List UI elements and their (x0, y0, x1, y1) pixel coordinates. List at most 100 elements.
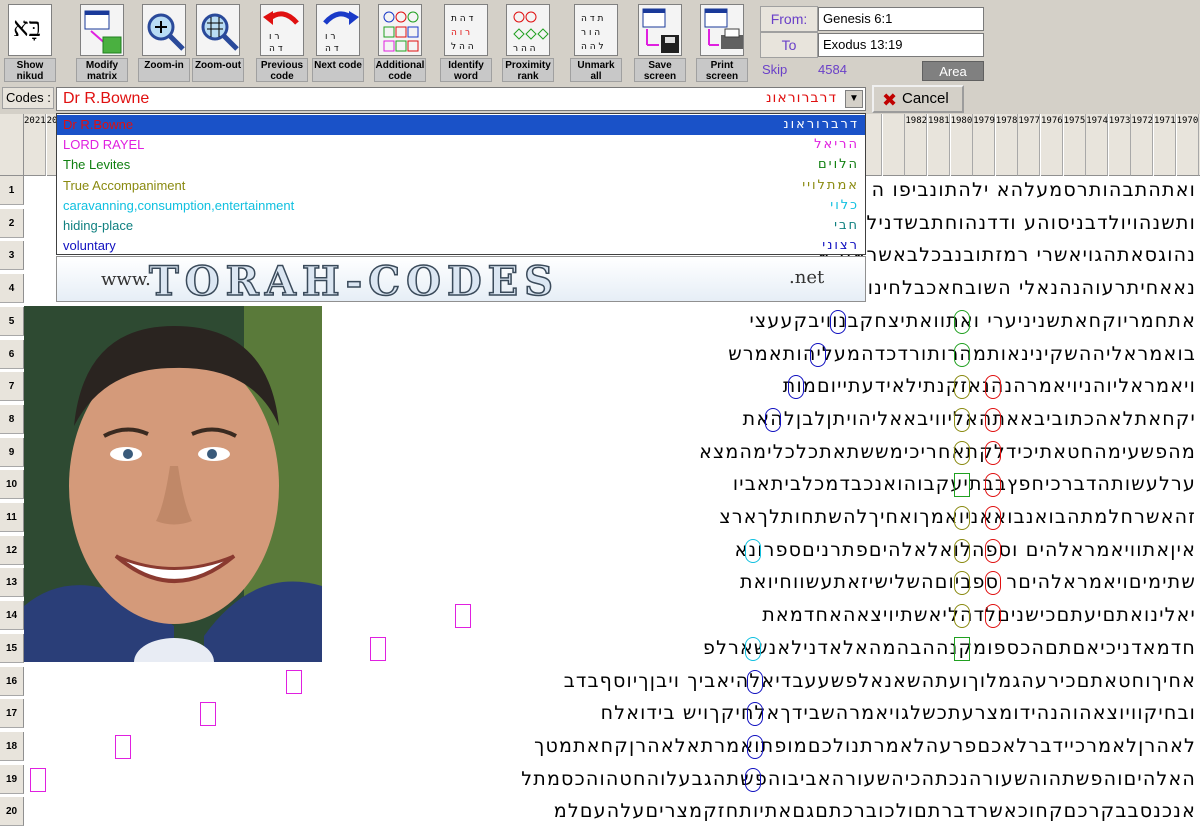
code-name: hiding-place (63, 218, 134, 233)
code-hebrew: דרברוראונ (783, 117, 859, 132)
zoom-out-icon (196, 4, 240, 56)
from-label: From: (760, 6, 818, 32)
row-number: 10 (0, 470, 24, 500)
additional-code-button[interactable]: Additional code (374, 2, 426, 82)
code-list-item[interactable]: LORD RAYEL הריאל (57, 135, 865, 155)
code-letter-marker (747, 669, 763, 694)
code-list-item[interactable]: caravanning,consumption,entertainment כלו… (57, 196, 865, 216)
code-list-item[interactable]: True Accompaniment אמתלויי (57, 176, 865, 196)
code-letter-marker (954, 636, 970, 661)
column-header: 1976 (1041, 114, 1063, 176)
next-code-icon: ר ו ד ה (316, 4, 360, 56)
svg-text:ר ו: ר ו (325, 32, 335, 42)
codes-dropdown[interactable]: Dr R.Bowne דרברוראונ ▼ (56, 87, 866, 111)
svg-text:ד ה: ד ה (269, 44, 283, 54)
code-hebrew: הריאל (814, 137, 859, 153)
code-letter-marker (747, 734, 763, 759)
grid-row: אחיךוחטאתםכירעהגמלוךועתהשאנאלפשעעבדיאלהי… (563, 669, 1196, 692)
proximity-rank-button[interactable]: ה ה ר Proximity rank (502, 2, 554, 82)
row-number: 15 (0, 633, 24, 663)
unmark-all-icon: ת ד ה ה ו ר ל ה ה (574, 4, 618, 56)
identify-word-button[interactable]: ד ה תר ו הה ה ל Identify word (440, 2, 492, 82)
code-letter-marker (30, 767, 46, 792)
code-letter-marker (954, 342, 970, 367)
row-number: 18 (0, 731, 24, 761)
zoom-in-icon (142, 4, 186, 56)
zoom-out-button[interactable]: Zoom-out (192, 2, 244, 82)
modify-matrix-button[interactable]: Modify matrix (76, 2, 128, 82)
code-letter-marker (286, 669, 302, 694)
from-field[interactable]: Genesis 6:1 (818, 7, 984, 31)
print-screen-button[interactable]: Print screen (696, 2, 748, 82)
code-letter-marker (985, 375, 1001, 400)
row-number: 19 (0, 764, 24, 794)
row-number: 9 (0, 437, 24, 467)
code-letter-marker (810, 342, 826, 367)
column-header: 1973 (1108, 114, 1131, 176)
row-number: 11 (0, 503, 24, 532)
code-hebrew: כלוי (830, 197, 859, 213)
row-number: 5 (0, 306, 24, 336)
torah-codes-banner: www. TORAH-CODES .net (56, 256, 866, 306)
column-header: 2021 (24, 114, 46, 176)
codes-list[interactable]: Dr R.Bowne דרברוראונ LORD RAYEL הריאל The Le… (56, 113, 866, 255)
nikud-icon: בָּא (8, 4, 52, 56)
save-screen-button[interactable]: Save screen (634, 2, 686, 82)
column-header: 1975 (1063, 114, 1086, 176)
area-button[interactable]: Area (922, 61, 984, 81)
to-field[interactable]: Exodus 13:19 (818, 33, 984, 57)
code-list-item[interactable]: hiding-place חבי (57, 216, 865, 236)
code-list-item[interactable]: Dr R.Bowne דרברוראונ (57, 115, 865, 135)
code-hebrew: הלוים (818, 157, 859, 173)
unmark-all-button[interactable]: ת ד הה ו רל ה ה Unmark all (570, 2, 622, 82)
column-header: 1979 (973, 114, 996, 176)
code-list-item[interactable]: voluntary רצוני (57, 236, 865, 256)
next-code-button[interactable]: ר וד ה Next code (312, 2, 364, 82)
grid-row: אנכנסבבקרכםקחוכאשרדברתםולכוברכתםגםאתיותח… (553, 800, 1196, 823)
column-header: 1971 (1154, 114, 1176, 176)
code-hebrew: חבי (834, 218, 859, 233)
code-letter-marker (954, 375, 970, 400)
toolbar: בָּא Show nikud Modify matrix Zoom-in Zo… (0, 0, 758, 84)
code-name: True Accompaniment (63, 177, 186, 193)
row-number: 3 (0, 241, 24, 271)
code-letter-marker (115, 734, 131, 759)
zoom-in-button[interactable]: Zoom-in (138, 2, 190, 82)
code-list-item[interactable]: The Levites הלוים (57, 155, 865, 175)
svg-text:ד ה: ד ה (325, 44, 339, 54)
code-letter-marker (745, 538, 761, 563)
code-letter-marker (954, 407, 970, 432)
previous-code-button[interactable]: ר וד ה Previous code (256, 2, 308, 82)
svg-text:ל ה ה: ל ה ה (581, 42, 604, 52)
code-letter-marker (985, 407, 1001, 432)
svg-text:ה ה ר: ה ה ר (513, 44, 536, 54)
code-name: voluntary (63, 238, 116, 254)
code-letter-marker (985, 506, 1001, 530)
code-hebrew: אמתלויי (802, 177, 859, 193)
row-number: 2 (0, 208, 24, 238)
column-header: 1972 (1131, 114, 1154, 176)
svg-text:ר ו ה: ר ו ה (451, 28, 470, 38)
code-letter-marker (747, 702, 763, 727)
row-number: 20 (0, 797, 24, 827)
code-letter-marker (954, 309, 970, 334)
show-nikud-button[interactable]: בָּא Show nikud (4, 2, 56, 82)
column-header: 1981 (928, 114, 950, 176)
code-letter-marker (954, 604, 970, 629)
code-letter-marker (985, 571, 1001, 596)
code-name: LORD RAYEL (63, 137, 145, 153)
identify-word-icon: ד ה ת ר ו ה ה ה ל (444, 4, 488, 56)
code-letter-marker (455, 604, 471, 629)
codes-label: Codes : (2, 87, 54, 109)
code-letter-marker (765, 407, 781, 432)
row-number: 13 (0, 568, 24, 598)
code-letter-marker (954, 473, 970, 498)
skip-label: Skip (762, 62, 788, 77)
svg-text:ד ה ת: ד ה ת (451, 14, 474, 24)
row-number: 12 (0, 535, 24, 565)
column-header: 1982 (905, 114, 928, 176)
code-name: caravanning,consumption,entertainment (63, 197, 295, 213)
row-number: 8 (0, 404, 24, 434)
chevron-down-icon[interactable]: ▼ (845, 90, 863, 108)
cancel-button[interactable]: ✖ Cancel (872, 85, 964, 113)
